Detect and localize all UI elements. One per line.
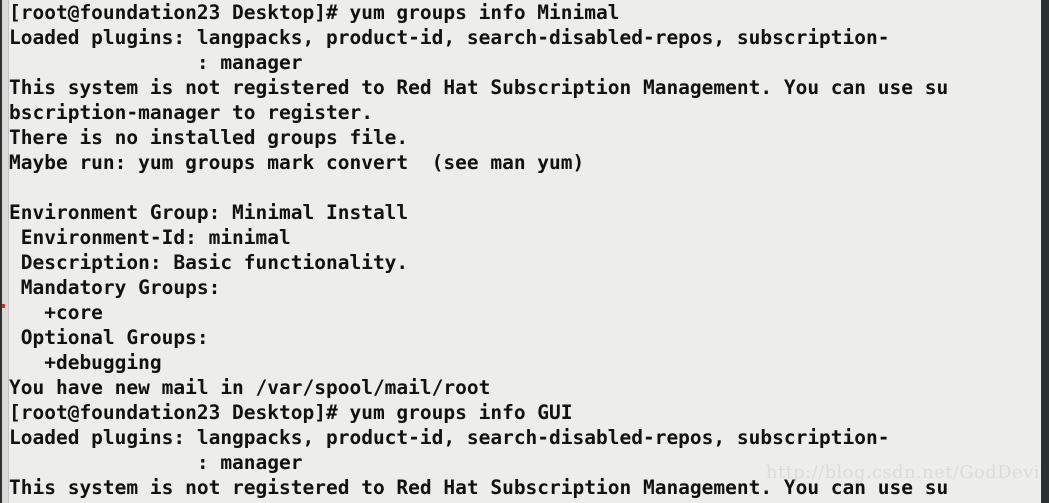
terminal-line: This system is not registered to Red Hat… (9, 476, 949, 499)
terminal-line: Mandatory Groups: (9, 276, 221, 299)
terminal-line: Loaded plugins: langpacks, product-id, s… (9, 426, 890, 449)
window-right-border (1041, 0, 1049, 503)
terminal-line: Environment Group: Minimal Install (9, 201, 409, 224)
terminal-output[interactable]: [root@foundation23 Desktop]# yum groups … (9, 0, 1041, 503)
terminal-line: Maybe run: yum groups mark convert (see … (9, 151, 585, 174)
terminal-line: There is no installed groups file. (9, 126, 409, 149)
terminal-line: [root@foundation23 Desktop]# yum groups … (9, 1, 620, 24)
terminal-window: [root@foundation23 Desktop]# yum groups … (0, 0, 1049, 503)
terminal-line: +core (9, 301, 103, 324)
terminal-line: +debugging (9, 351, 162, 374)
terminal-line: Description: Basic functionality. (9, 251, 409, 274)
terminal-line: [root@foundation23 Desktop]# yum groups … (9, 401, 573, 424)
terminal-line: : manager (9, 451, 303, 474)
terminal-line: bscription-manager to register. (9, 101, 373, 124)
scrollbar-tick-marker (2, 304, 5, 308)
terminal-line: Loaded plugins: langpacks, product-id, s… (9, 26, 890, 49)
terminal-line: Optional Groups: (9, 326, 209, 349)
scrollbar-thumb[interactable] (2, 0, 8, 503)
terminal-line: : manager (9, 51, 303, 74)
terminal-line: This system is not registered to Red Hat… (9, 76, 949, 99)
terminal-line: You have new mail in /var/spool/mail/roo… (9, 376, 491, 399)
terminal-line: Environment-Id: minimal (9, 226, 291, 249)
